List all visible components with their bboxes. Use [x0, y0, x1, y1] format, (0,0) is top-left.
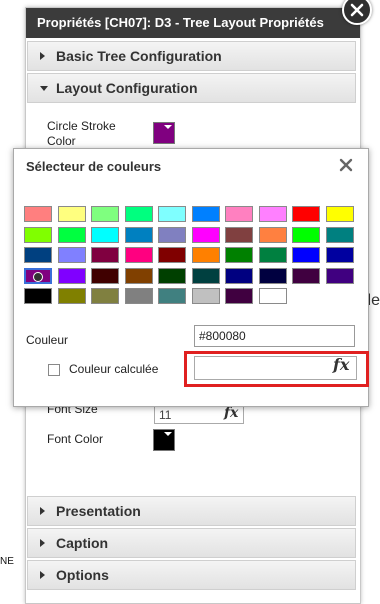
- color-swatch[interactable]: [191, 247, 220, 263]
- section-label: Layout Configuration: [56, 80, 198, 96]
- chevron-right-icon: [40, 52, 45, 60]
- color-swatch[interactable]: [258, 206, 287, 222]
- color-swatch[interactable]: [191, 226, 220, 243]
- color-swatch[interactable]: [124, 247, 153, 263]
- color-swatch[interactable]: [158, 206, 186, 222]
- color-swatch[interactable]: [158, 267, 186, 284]
- fx-icon[interactable]: fx: [224, 405, 238, 421]
- circle-stroke-color-swatch[interactable]: [153, 122, 175, 144]
- panel-title: Propriétés [CH07]: D3 - Tree Layout Prop…: [26, 8, 360, 38]
- color-swatch[interactable]: [325, 226, 354, 243]
- color-swatch[interactable]: [191, 206, 220, 222]
- color-swatch[interactable]: [124, 226, 153, 243]
- color-picker-dialog: Sélecteur de couleurs Couleur Couleur ca…: [13, 148, 369, 407]
- color-swatch[interactable]: [225, 288, 253, 304]
- chevron-down-icon: [40, 86, 48, 91]
- color-swatch[interactable]: [124, 267, 153, 284]
- color-swatch[interactable]: [24, 247, 52, 263]
- selected-marker-icon: [33, 271, 43, 282]
- color-swatch[interactable]: [225, 226, 253, 243]
- color-swatch[interactable]: [57, 226, 86, 243]
- color-swatch[interactable]: [24, 226, 52, 243]
- section-basic-tree-configuration[interactable]: Basic Tree Configuration: [27, 41, 356, 71]
- color-swatch[interactable]: [325, 267, 354, 284]
- chevron-right-icon: [40, 539, 45, 547]
- color-swatch[interactable]: [57, 206, 86, 222]
- couleur-label: Couleur: [26, 333, 69, 347]
- color-swatch[interactable]: [91, 267, 119, 284]
- color-swatch[interactable]: [225, 206, 253, 222]
- color-swatch[interactable]: [258, 226, 287, 243]
- color-swatch[interactable]: [91, 206, 119, 222]
- section-label: Basic Tree Configuration: [56, 48, 222, 64]
- color-swatch[interactable]: [292, 247, 320, 263]
- section-label: Caption: [56, 535, 109, 551]
- background-text-right: le: [367, 292, 380, 309]
- close-icon: [339, 158, 353, 172]
- color-swatch[interactable]: [158, 247, 186, 263]
- color-swatch[interactable]: [258, 267, 287, 284]
- close-panel-button[interactable]: [342, 0, 372, 25]
- color-swatch[interactable]: [258, 247, 287, 263]
- fx-icon[interactable]: fx: [333, 355, 349, 374]
- color-swatch[interactable]: [57, 267, 86, 284]
- color-swatch[interactable]: [191, 267, 220, 284]
- color-swatch[interactable]: [124, 288, 153, 304]
- color-swatch[interactable]: [325, 247, 354, 263]
- color-swatch[interactable]: [258, 288, 287, 304]
- section-options[interactable]: Options: [27, 560, 356, 590]
- dropdown-caret-icon: [164, 125, 172, 129]
- font-color-label: Font Color: [47, 432, 104, 446]
- color-swatch[interactable]: [124, 206, 153, 222]
- color-swatch[interactable]: [24, 267, 52, 284]
- color-swatch[interactable]: [292, 267, 320, 284]
- color-swatch[interactable]: [225, 247, 253, 263]
- color-swatch[interactable]: [24, 288, 52, 304]
- color-swatch[interactable]: [191, 288, 220, 304]
- section-label: Presentation: [56, 503, 141, 519]
- color-swatch[interactable]: [57, 288, 86, 304]
- color-swatch[interactable]: [91, 247, 119, 263]
- section-layout-configuration[interactable]: Layout Configuration: [27, 73, 356, 103]
- color-swatch[interactable]: [158, 288, 186, 304]
- couleur-calculee-checkbox[interactable]: [48, 364, 60, 376]
- color-swatch[interactable]: [91, 288, 119, 304]
- color-swatch[interactable]: [158, 226, 186, 243]
- couleur-calculee-label: Couleur calculée: [69, 362, 159, 376]
- couleur-hex-input[interactable]: [194, 325, 355, 347]
- color-swatch[interactable]: [91, 226, 119, 243]
- color-swatch[interactable]: [325, 206, 354, 222]
- close-icon: [350, 3, 364, 17]
- dropdown-caret-icon: [164, 432, 172, 436]
- font-color-swatch[interactable]: [153, 429, 175, 451]
- color-swatch[interactable]: [57, 247, 86, 263]
- section-presentation[interactable]: Presentation: [27, 496, 356, 526]
- circle-stroke-color-label: Circle Stroke Color: [47, 119, 116, 148]
- color-swatch[interactable]: [292, 206, 320, 222]
- color-swatch[interactable]: [292, 226, 320, 243]
- section-label: Options: [56, 567, 109, 583]
- picker-close-button[interactable]: [338, 157, 354, 173]
- color-swatch[interactable]: [24, 206, 52, 222]
- section-caption[interactable]: Caption: [27, 528, 356, 558]
- chevron-right-icon: [40, 571, 45, 579]
- picker-title: Sélecteur de couleurs: [26, 159, 162, 174]
- background-text: NE: [0, 556, 14, 567]
- chevron-right-icon: [40, 507, 45, 515]
- color-swatch[interactable]: [225, 267, 253, 284]
